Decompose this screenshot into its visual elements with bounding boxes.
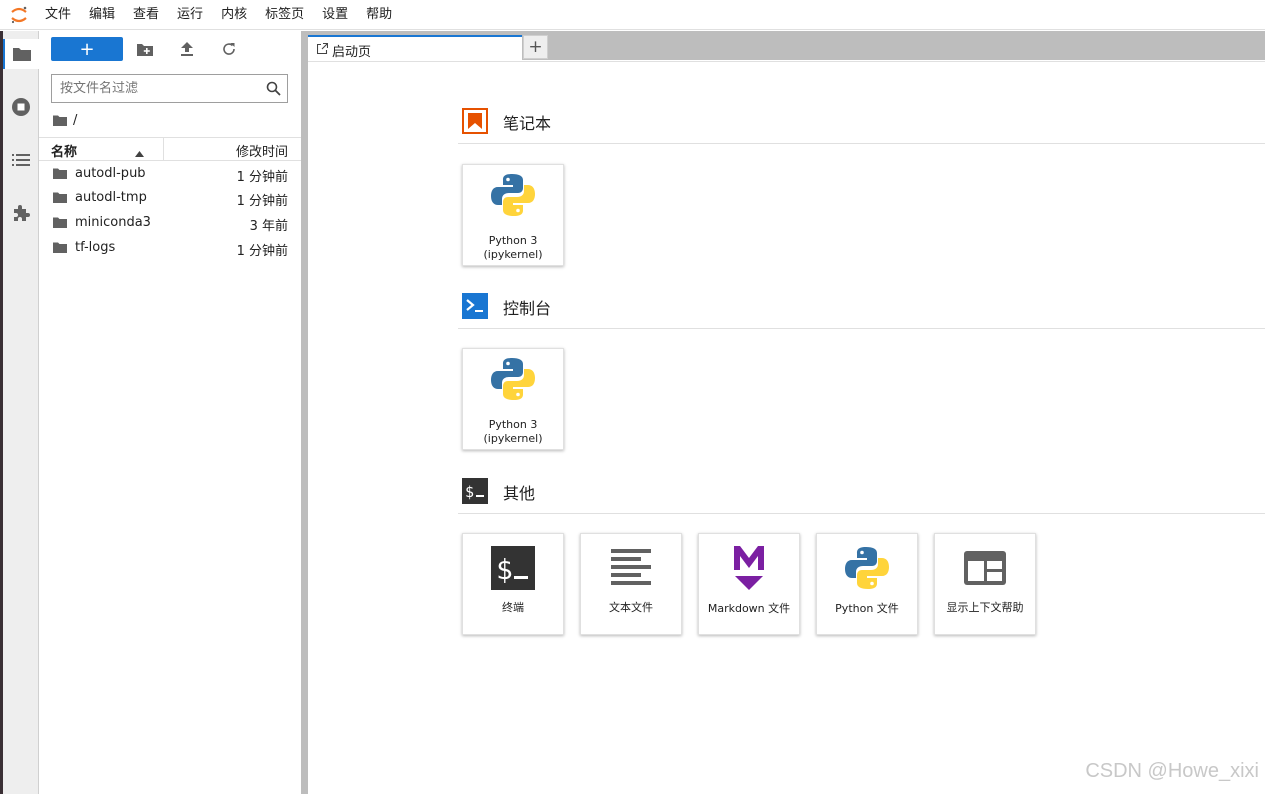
python-icon [844,545,890,595]
upload-button[interactable] [176,39,198,59]
new-folder-button[interactable] [134,39,156,59]
jupyter-logo-icon [0,0,38,30]
markdown-icon [731,544,767,596]
folder-icon [13,48,31,61]
sort-ascending-icon [135,146,144,161]
card-label-line1: Python 3 [488,234,538,247]
svg-text:$: $ [465,483,474,501]
table-of-contents-tab[interactable] [3,145,39,175]
card-label: 文本文件 [609,601,653,614]
section-title: 其他 [503,484,536,503]
puzzle-icon [14,205,30,221]
python-icon [490,172,536,222]
tab-label: 启动页 [332,45,372,60]
list-icon [12,154,30,166]
text-file-icon [609,546,653,594]
menu-settings[interactable]: 设置 [315,0,355,30]
console-python3-card[interactable]: Python 3 (ipykernel) [462,348,564,450]
file-row[interactable]: tf-logs 1 分钟前 [39,236,301,260]
breadcrumb-root[interactable]: / [73,113,77,128]
section-other: $ 其他 [458,478,1265,514]
folder-icon [53,192,67,207]
file-filter-box [51,74,288,103]
file-browser-toolbar: + [39,31,301,69]
launch-icon [316,42,329,58]
menu-kernel[interactable]: 内核 [214,0,254,30]
new-launcher-button[interactable]: + [51,37,123,61]
console-icon [462,293,488,323]
folder-icon [53,242,67,257]
extension-manager-tab[interactable] [3,198,39,228]
section-notebook: 笔记本 [458,108,1265,144]
refresh-button[interactable] [218,39,240,59]
contextual-help-card[interactable]: 显示上下文帮助 [934,533,1036,635]
card-label: Markdown 文件 [707,602,791,615]
tab-bar: 启动页 + [308,31,1265,64]
terminal-card[interactable]: $ 终端 [462,533,564,635]
launcher-panel: 笔记本 Python 3 (ipykernel) 控制台 Python 3 (i… [308,61,1265,794]
terminal-icon: $ [462,478,488,508]
home-folder-icon[interactable] [53,115,67,126]
breadcrumb: / [53,111,77,129]
text-file-card[interactable]: 文本文件 [580,533,682,635]
markdown-file-card[interactable]: Markdown 文件 [698,533,800,635]
card-label: 显示上下文帮助 [946,601,1024,614]
file-modified: 3 年前 [249,219,288,234]
section-console: 控制台 [458,293,1265,329]
notebook-python3-card[interactable]: Python 3 (ipykernel) [462,164,564,266]
menu-bar: 文件 编辑 查看 运行 内核 标签页 设置 帮助 [0,0,1265,30]
menu-file[interactable]: 文件 [38,0,78,30]
file-browser-tab[interactable] [3,39,39,69]
menu-help[interactable]: 帮助 [359,0,399,30]
menu-view[interactable]: 查看 [126,0,166,30]
python-file-card[interactable]: Python 文件 [816,533,918,635]
panel-splitter[interactable] [301,31,308,794]
file-name: miniconda3 [75,215,151,230]
section-title: 笔记本 [503,114,552,133]
column-modified-header[interactable]: 修改时间 [236,141,288,160]
menu-tabs[interactable]: 标签页 [258,0,311,30]
menu-edit[interactable]: 编辑 [82,0,122,30]
folder-icon [53,168,67,183]
folder-icon [53,217,67,232]
tab-launcher[interactable]: 启动页 [308,35,522,64]
file-modified: 1 分钟前 [236,194,288,209]
file-name: autodl-pub [75,166,146,181]
upload-icon [181,42,193,56]
contextual-help-icon [963,550,1007,590]
refresh-icon [223,43,235,55]
file-modified: 1 分钟前 [236,244,288,259]
stop-circle-icon [12,98,30,116]
card-label: 终端 [502,601,524,614]
python-icon [490,356,536,406]
file-browser: + / 名称 修改时间 autodl-pub 1 分钟前 aut [39,31,301,794]
menu-run[interactable]: 运行 [170,0,210,30]
card-label-line2: (ipykernel) [483,248,543,261]
notebook-icon [462,108,488,138]
file-row[interactable]: autodl-tmp 1 分钟前 [39,186,301,210]
watermark: CSDN @Howe_xixi [1085,760,1259,782]
card-label-line1: Python 3 [488,418,538,431]
file-row[interactable]: miniconda3 3 年前 [39,211,301,235]
terminal-icon: $ [491,546,535,594]
file-name: tf-logs [75,240,116,255]
file-filter-input[interactable] [60,81,265,96]
activity-bar [0,31,39,794]
running-sessions-tab[interactable] [3,92,39,122]
section-title: 控制台 [503,299,552,318]
new-folder-icon [137,43,153,56]
file-row[interactable]: autodl-pub 1 分钟前 [39,162,301,186]
search-icon [266,81,281,100]
file-name: autodl-tmp [75,190,147,205]
card-label: Python 文件 [835,602,899,615]
column-divider[interactable] [163,138,164,161]
card-label-line2: (ipykernel) [483,432,543,445]
file-modified: 1 分钟前 [236,170,288,185]
svg-text:$: $ [496,553,513,586]
file-list-header: 名称 修改时间 [39,137,301,161]
column-name-header[interactable]: 名称 [51,141,77,160]
add-tab-button[interactable]: + [523,35,548,59]
